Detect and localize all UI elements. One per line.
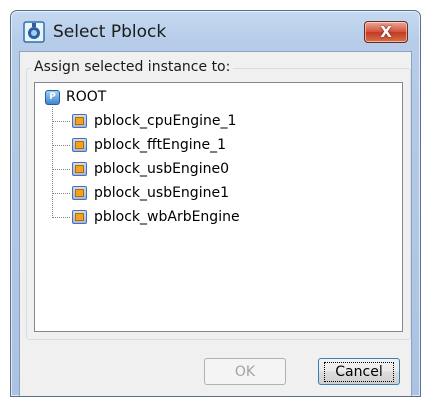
- tree-item-label: pblock_fftEngine_1: [94, 137, 227, 153]
- tree-connector: [53, 216, 70, 218]
- tree-item-pblock-usbengine1[interactable]: pblock_usbEngine1: [53, 183, 229, 203]
- select-pblock-dialog: Select Pblock X Assign selected instance…: [10, 10, 421, 397]
- tree-item-label: pblock_wbArbEngine: [94, 209, 240, 225]
- pblock-icon: [72, 114, 87, 128]
- ok-button[interactable]: OK: [204, 358, 286, 385]
- tree-connector: [53, 120, 70, 122]
- pblock-icon: [72, 186, 87, 200]
- close-icon: X: [380, 22, 392, 41]
- tree-item-label: pblock_usbEngine1: [94, 185, 229, 201]
- tree-root-label: ROOT: [66, 89, 107, 105]
- tree-item-label: pblock_usbEngine0: [94, 161, 229, 177]
- p-icon: P: [45, 89, 60, 105]
- title-bar[interactable]: Select Pblock X: [11, 11, 420, 51]
- tree-root[interactable]: P ROOT: [45, 87, 106, 107]
- dialog-title: Select Pblock: [53, 22, 167, 42]
- tree-connector: [53, 168, 70, 170]
- pblock-icon: [72, 138, 87, 152]
- tree-item-pblock-cpuengine-1[interactable]: pblock_cpuEngine_1: [53, 111, 236, 131]
- assign-group: Assign selected instance to: P ROOT pblo…: [26, 59, 411, 340]
- pblock-icon: [72, 210, 87, 224]
- cancel-button-label: Cancel: [324, 361, 394, 382]
- tree-connector: [53, 144, 70, 146]
- pblock-icon: [72, 162, 87, 176]
- group-label: Assign selected instance to:: [31, 59, 234, 75]
- pblock-tree[interactable]: P ROOT pblock_cpuEngine_1 pblock_fftEngi…: [34, 82, 403, 332]
- tree-item-pblock-usbengine0[interactable]: pblock_usbEngine0: [53, 159, 229, 179]
- app-icon: [23, 21, 45, 43]
- tree-item-label: pblock_cpuEngine_1: [94, 113, 237, 129]
- tree-connector: [53, 192, 70, 194]
- tree-item-pblock-fftengine-1[interactable]: pblock_fftEngine_1: [53, 135, 226, 155]
- tree-item-pblock-wbarbengine[interactable]: pblock_wbArbEngine: [53, 207, 240, 227]
- cancel-button[interactable]: Cancel: [318, 358, 400, 385]
- dialog-body: Assign selected instance to: P ROOT pblo…: [19, 51, 412, 396]
- close-button[interactable]: X: [364, 21, 408, 43]
